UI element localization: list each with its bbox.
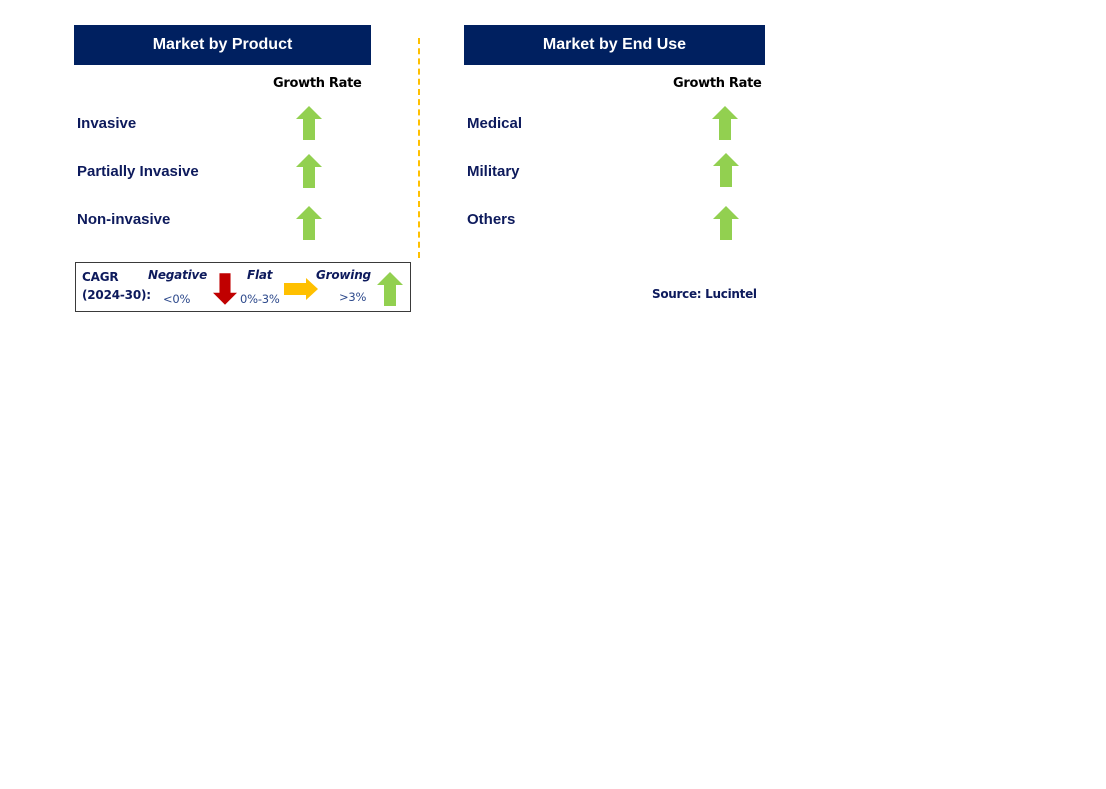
row-label-others: Others <box>467 211 516 228</box>
legend-category-negative: Negative <box>148 268 208 282</box>
green-up-arrow-icon <box>296 154 322 188</box>
legend-category-flat: Flat <box>247 268 273 282</box>
row-label-invasive: Invasive <box>77 115 137 132</box>
row-label-non-invasive: Non-invasive <box>77 211 171 228</box>
panel-divider <box>418 38 420 258</box>
green-up-arrow-icon <box>296 106 322 140</box>
source-label: Source: Lucintel <box>652 287 757 301</box>
green-up-arrow-icon <box>712 106 738 140</box>
legend-range-flat: 0%-3% <box>240 292 280 306</box>
panel-title: Market by End Use <box>542 36 687 53</box>
row-label-partially-invasive: Partially Invasive <box>77 163 199 180</box>
legend-range-negative: <0% <box>163 292 191 306</box>
growth-rate-header: Growth Rate <box>673 76 762 91</box>
yellow-right-arrow-icon <box>284 278 318 300</box>
green-up-arrow-icon <box>713 153 739 187</box>
row-label-military: Military <box>467 163 520 180</box>
green-up-arrow-icon <box>377 272 403 306</box>
growth-rate-header: Growth Rate <box>273 76 362 91</box>
panel-header-product: Market by Product <box>74 25 371 65</box>
legend-title-cagr: CAGR <box>82 270 119 284</box>
legend-range-growing: >3% <box>339 290 367 304</box>
legend-category-growing: Growing <box>316 268 371 282</box>
panel-title: Market by Product <box>152 36 293 53</box>
green-up-arrow-icon <box>296 206 322 240</box>
red-down-arrow-icon <box>213 272 237 306</box>
green-up-arrow-icon <box>713 206 739 240</box>
legend-title-period: (2024-30): <box>82 288 151 302</box>
panel-header-end-use: Market by End Use <box>464 25 765 65</box>
row-label-medical: Medical <box>467 115 523 132</box>
